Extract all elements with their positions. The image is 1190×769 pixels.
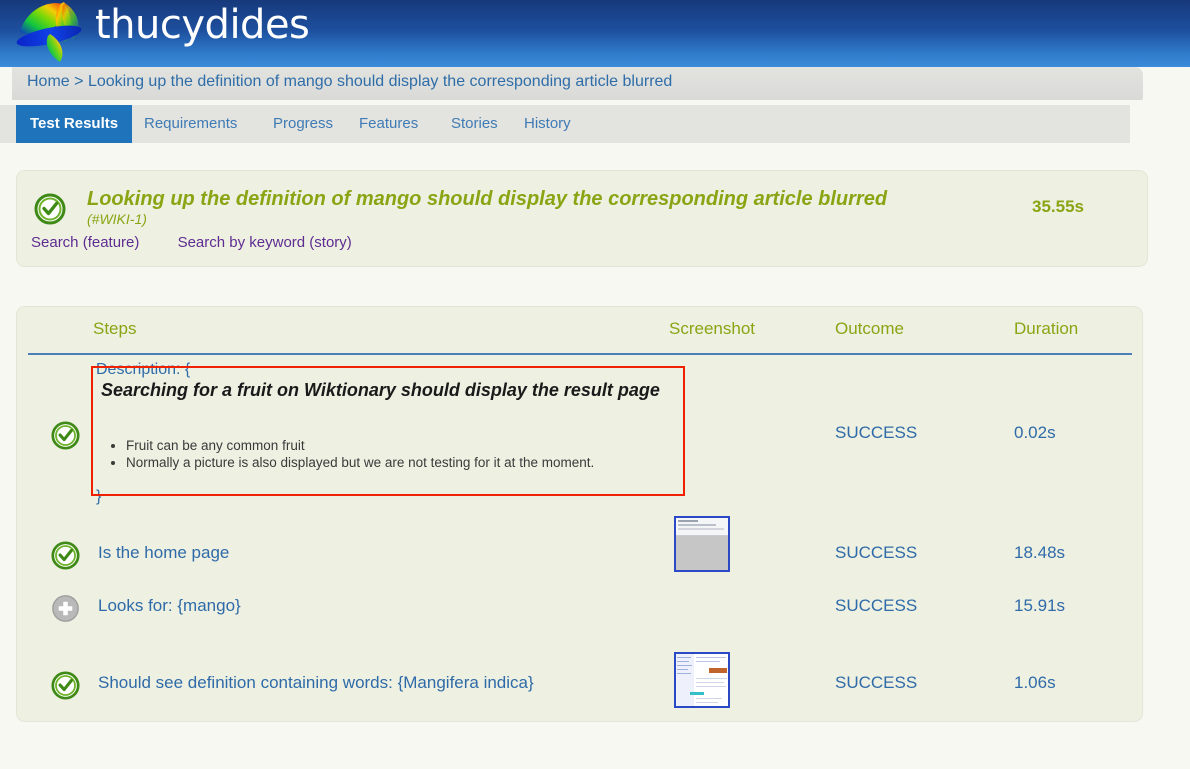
- tab-features[interactable]: Features: [345, 105, 432, 143]
- breadcrumb: Home > Looking up the definition of mang…: [27, 73, 672, 91]
- step-duration: 18.48s: [1014, 543, 1066, 562]
- step-duration: 1.06s: [1014, 673, 1056, 692]
- steps-table-header: Steps Screenshot Outcome Duration: [17, 307, 1144, 353]
- success-check-icon: [34, 193, 66, 225]
- test-summary-panel: Looking up the definition of mango shoul…: [16, 170, 1148, 267]
- step-description[interactable]: Should see definition containing words: …: [98, 673, 534, 693]
- plus-circle-icon: [52, 595, 79, 622]
- story-link[interactable]: Search by keyword (story): [178, 234, 352, 251]
- feature-link[interactable]: Search (feature): [31, 234, 139, 251]
- column-header-duration: Duration: [1014, 319, 1079, 338]
- step-thumbnail[interactable]: [674, 652, 730, 708]
- column-header-screenshot: Screenshot: [669, 319, 755, 338]
- main-tab-bar: Test Results Requirements Progress Featu…: [0, 105, 1130, 143]
- total-duration: 35.55s: [1032, 197, 1084, 216]
- success-check-icon: [51, 541, 80, 570]
- app-header: thucydides: [0, 0, 1190, 67]
- issue-id: (#WIKI-1): [87, 211, 147, 227]
- header-divider: [28, 353, 1132, 355]
- step-outcome: SUCCESS: [835, 543, 918, 562]
- step-description[interactable]: Looks for: {mango}: [98, 596, 241, 616]
- column-header-outcome: Outcome: [835, 319, 904, 338]
- breadcrumb-current: Looking up the definition of mango shoul…: [87, 73, 673, 90]
- breadcrumb-home-link[interactable]: Home: [27, 73, 70, 90]
- step-outcome: SUCCESS: [835, 423, 918, 442]
- tab-progress[interactable]: Progress: [259, 105, 347, 143]
- tab-stories[interactable]: Stories: [437, 105, 512, 143]
- step-thumbnail[interactable]: [674, 516, 730, 572]
- column-header-steps: Steps: [93, 319, 137, 338]
- step-duration: 15.91s: [1014, 596, 1066, 615]
- tab-history[interactable]: History: [510, 105, 585, 143]
- success-check-icon: [51, 671, 80, 700]
- breadcrumb-bar: Home > Looking up the definition of mang…: [12, 67, 1143, 100]
- page-title: Looking up the definition of mango shoul…: [87, 188, 888, 210]
- summary-links: Search (feature) Search by keyword (stor…: [31, 234, 386, 251]
- description-highlight-box: [91, 366, 685, 496]
- thucydides-spiral-logo-icon: [16, 2, 82, 62]
- step-outcome: SUCCESS: [835, 596, 918, 615]
- step-outcome: SUCCESS: [835, 673, 918, 692]
- step-description[interactable]: Is the home page: [98, 543, 229, 563]
- brand-title: thucydides: [95, 2, 310, 48]
- step-duration: 0.02s: [1014, 423, 1056, 442]
- success-check-icon: [51, 421, 80, 450]
- breadcrumb-separator: >: [74, 73, 84, 90]
- tab-requirements[interactable]: Requirements: [130, 105, 251, 143]
- tab-test-results[interactable]: Test Results: [16, 105, 133, 143]
